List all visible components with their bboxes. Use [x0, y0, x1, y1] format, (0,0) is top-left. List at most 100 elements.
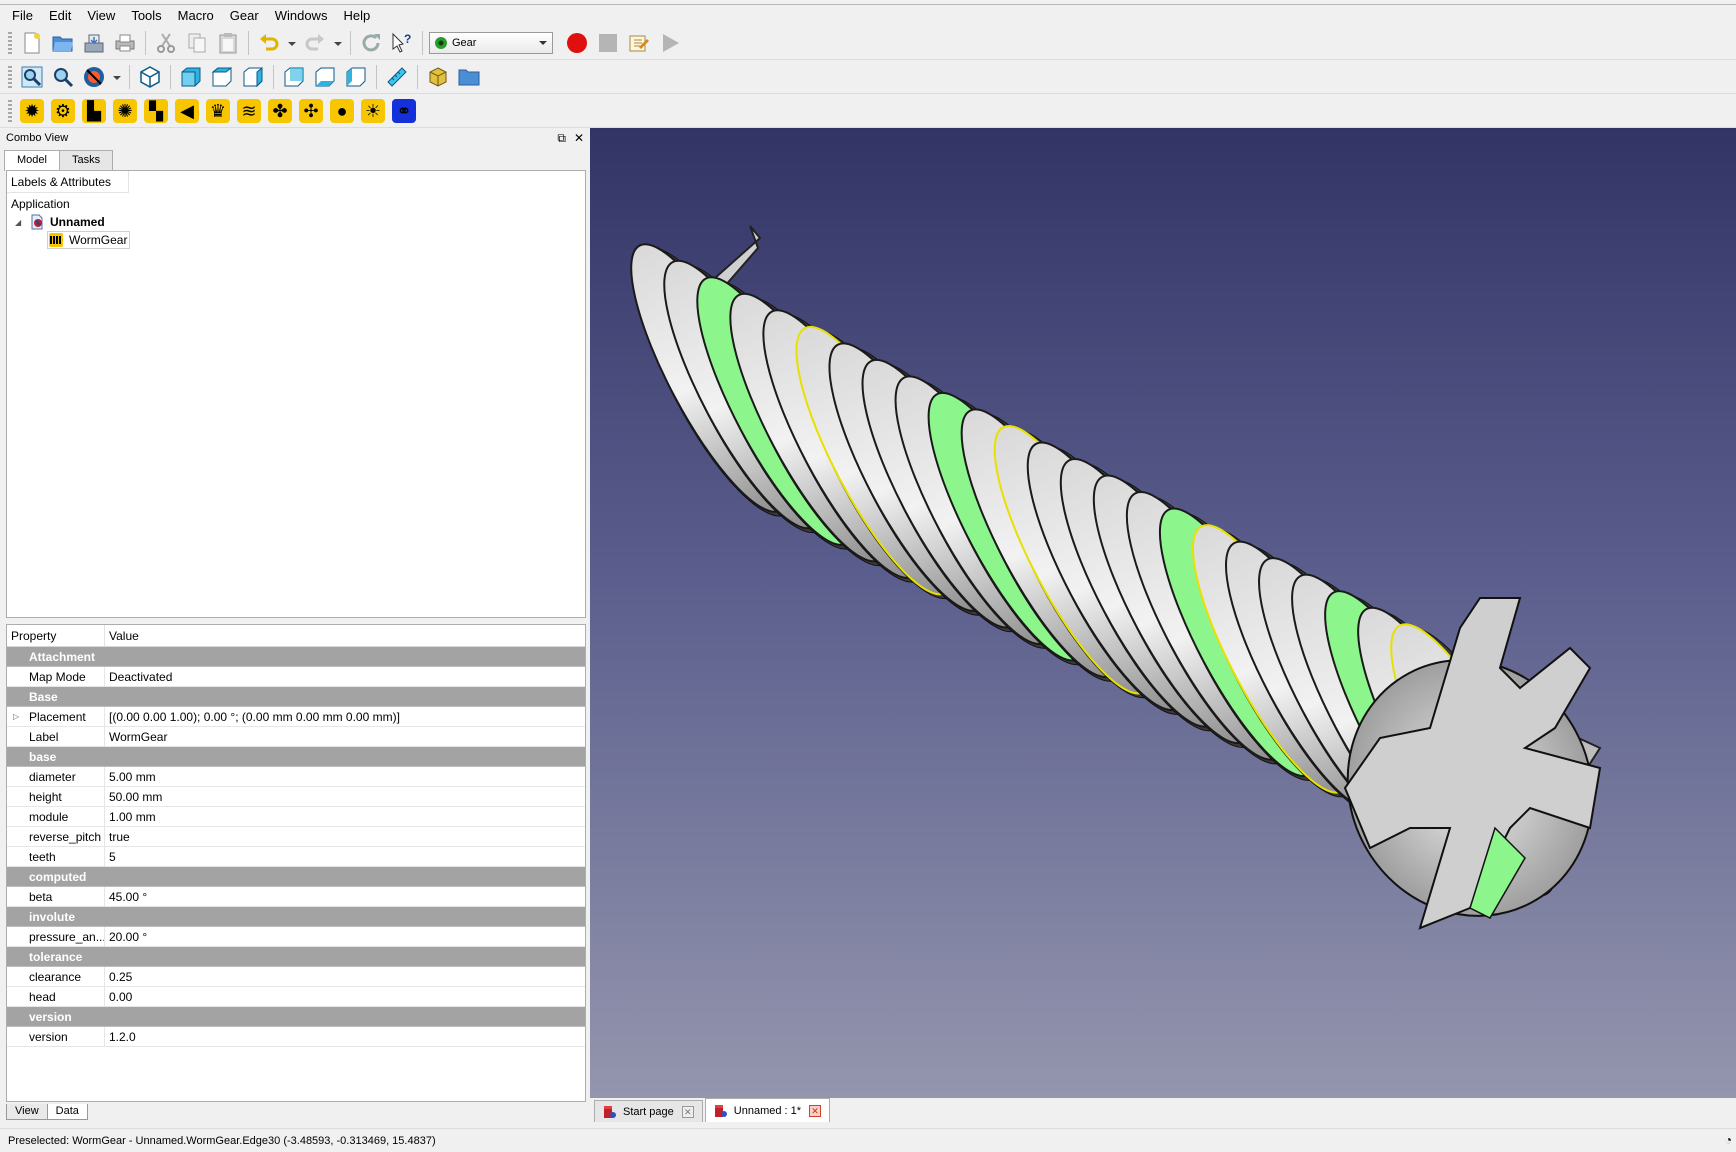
property-value[interactable]: 20.00 ° — [105, 930, 147, 944]
create-group-button[interactable] — [455, 63, 483, 91]
close-icon[interactable]: ✕ — [574, 131, 584, 146]
tab-view[interactable]: View — [6, 1104, 48, 1120]
property-group-row[interactable]: Base — [7, 687, 585, 707]
navigation-style-icon[interactable]: ◔ — [1725, 1133, 1732, 1147]
fit-selection-button[interactable] — [49, 63, 77, 91]
save-button[interactable] — [80, 29, 108, 57]
property-value[interactable]: 45.00 ° — [105, 890, 147, 904]
property-value[interactable]: WormGear — [105, 730, 167, 744]
property-row[interactable]: module 1.00 mm — [7, 807, 585, 827]
property-row[interactable]: reverse_pitch true — [7, 827, 585, 847]
property-value[interactable]: 50.00 mm — [105, 790, 162, 804]
involute-gear-button[interactable]: ✹ — [18, 97, 46, 125]
view-bottom-button[interactable] — [311, 63, 339, 91]
cycloid-gear-button[interactable]: ✺ — [111, 97, 139, 125]
menu-edit[interactable]: Edit — [41, 6, 79, 26]
property-row[interactable]: clearance 0.25 — [7, 967, 585, 987]
redo-dropdown[interactable] — [332, 29, 344, 57]
bevel-gear-button[interactable]: ◀ — [173, 97, 201, 125]
internal-gear-button[interactable]: ⚙ — [49, 97, 77, 125]
value-column-header[interactable]: Value — [105, 629, 139, 643]
undo-dropdown[interactable] — [286, 29, 298, 57]
view-front-button[interactable] — [177, 63, 205, 91]
menu-gear[interactable]: Gear — [222, 6, 267, 26]
property-group-row[interactable]: Attachment — [7, 647, 585, 667]
property-row[interactable]: beta 45.00 ° — [7, 887, 585, 907]
property-group-row[interactable]: computed — [7, 867, 585, 887]
sprocket-button[interactable]: ☀ — [359, 97, 387, 125]
property-value[interactable]: true — [105, 830, 130, 844]
cycloid-rack-button[interactable]: ▚ — [142, 97, 170, 125]
draw-style-button[interactable] — [80, 63, 108, 91]
redo-button[interactable] — [301, 29, 329, 57]
property-row[interactable]: diameter 5.00 mm — [7, 767, 585, 787]
menu-windows[interactable]: Windows — [267, 6, 336, 26]
tree-document-row[interactable]: ◢ Unnamed — [15, 213, 105, 231]
property-value[interactable]: 0.00 — [105, 990, 132, 1004]
property-value[interactable]: 1.00 mm — [105, 810, 156, 824]
copy-button[interactable] — [183, 29, 211, 57]
lantern-gear-button[interactable]: ✣ — [297, 97, 325, 125]
tab-unnamed[interactable]: Unnamed : 1* ✕ — [704, 1098, 831, 1122]
tree-column-header[interactable]: Labels & Attributes — [7, 171, 129, 193]
view-right-button[interactable] — [239, 63, 267, 91]
property-row[interactable]: version 1.2.0 — [7, 1027, 585, 1047]
property-group-row[interactable]: version — [7, 1007, 585, 1027]
3d-viewport[interactable] — [590, 128, 1736, 1098]
edit-macro-button[interactable] — [625, 29, 653, 57]
new-document-button[interactable] — [18, 29, 46, 57]
open-button[interactable] — [49, 29, 77, 57]
menu-tools[interactable]: Tools — [123, 6, 169, 26]
worm-gear-model[interactable] — [590, 128, 1736, 1098]
record-macro-button[interactable] — [563, 29, 591, 57]
run-macro-button[interactable] — [656, 29, 684, 57]
close-tab-icon[interactable]: ✕ — [681, 1105, 694, 1118]
view-left-button[interactable] — [342, 63, 370, 91]
property-row[interactable]: ▷ Placement [(0.00 0.00 1.00); 0.00 °; (0.… — [7, 707, 585, 727]
worm-gear-button[interactable]: ≋ — [235, 97, 263, 125]
property-group-row[interactable]: tolerance — [7, 947, 585, 967]
float-panel-icon[interactable]: ⧉ — [557, 131, 566, 146]
tab-model[interactable]: Model — [4, 150, 60, 171]
stop-macro-button[interactable] — [594, 29, 622, 57]
paste-button[interactable] — [214, 29, 242, 57]
property-column-header[interactable]: Property — [7, 625, 105, 646]
property-row[interactable]: head 0.00 — [7, 987, 585, 1007]
collapse-icon[interactable]: ◢ — [15, 218, 29, 227]
property-value[interactable]: Deactivated — [105, 670, 172, 684]
property-group-row[interactable]: base — [7, 747, 585, 767]
timing-gear-button[interactable]: ✤ — [266, 97, 294, 125]
property-value[interactable]: [(0.00 0.00 1.00); 0.00 °; (0.00 mm 0.00… — [105, 710, 400, 724]
workbench-selector[interactable]: Gear — [429, 31, 553, 54]
fit-all-button[interactable] — [18, 63, 46, 91]
crown-gear-button[interactable]: ♛ — [204, 97, 232, 125]
create-part-button[interactable] — [424, 63, 452, 91]
toolbar-grip[interactable] — [8, 31, 12, 54]
property-value[interactable]: 5 — [105, 850, 116, 864]
whats-this-button[interactable]: ? — [388, 29, 416, 57]
toolbar-grip[interactable] — [8, 65, 12, 88]
print-button[interactable] — [111, 29, 139, 57]
hypocycloid-gear-button[interactable]: ● — [328, 97, 356, 125]
property-value[interactable]: 5.00 mm — [105, 770, 156, 784]
measure-button[interactable] — [383, 63, 411, 91]
expand-icon[interactable]: ▷ — [13, 712, 19, 721]
property-row[interactable]: Label WormGear — [7, 727, 585, 747]
draw-style-dropdown[interactable] — [111, 63, 123, 91]
property-value[interactable]: 0.25 — [105, 970, 132, 984]
tree-wormgear-row[interactable]: WormGear — [47, 231, 131, 249]
tab-data[interactable]: Data — [46, 1104, 88, 1120]
property-value[interactable]: 1.2.0 — [105, 1030, 136, 1044]
close-tab-icon[interactable]: ✕ — [809, 1104, 822, 1117]
menu-file[interactable]: File — [4, 6, 41, 26]
menu-view[interactable]: View — [79, 6, 123, 26]
undo-button[interactable] — [255, 29, 283, 57]
property-row[interactable]: Map Mode Deactivated — [7, 667, 585, 687]
menu-macro[interactable]: Macro — [170, 6, 222, 26]
view-isometric-button[interactable] — [136, 63, 164, 91]
property-row[interactable]: height 50.00 mm — [7, 787, 585, 807]
tab-start-page[interactable]: Start page ✕ — [594, 1100, 703, 1122]
view-rear-button[interactable] — [280, 63, 308, 91]
property-row[interactable]: teeth 5 — [7, 847, 585, 867]
menu-help[interactable]: Help — [335, 6, 378, 26]
